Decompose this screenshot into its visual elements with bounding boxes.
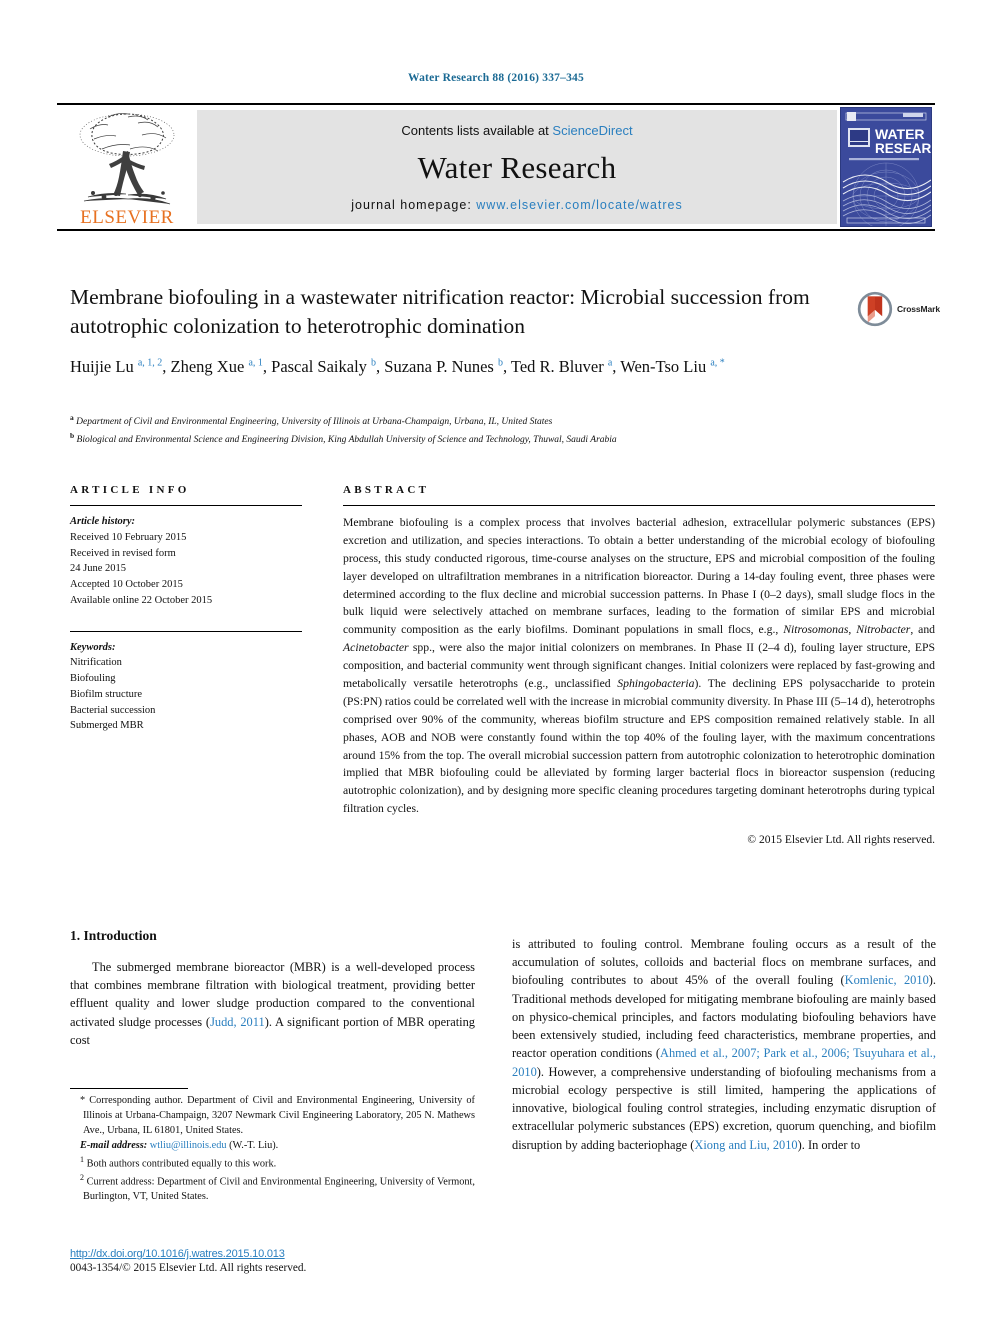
- keywords-rule: [70, 630, 302, 632]
- cover-artwork: WATER RESEARCH: [840, 107, 932, 227]
- issn-copyright-line: 0043-1354/© 2015 Elsevier Ltd. All right…: [70, 1262, 307, 1274]
- affiliation-b: b Biological and Environmental Science a…: [70, 430, 617, 446]
- keyword-item: Submerged MBR: [70, 720, 144, 732]
- journal-masthead: ELSEVIER Contents lists available at Sci…: [57, 103, 935, 231]
- abstract-body: Membrane biofouling is a complex process…: [343, 516, 936, 816]
- history-item: 24 June 2015: [70, 563, 126, 575]
- keyword-item: Biofouling: [70, 673, 116, 684]
- keyword-item: Nitrification: [70, 657, 122, 669]
- intro-heading: 1. Introduction: [70, 928, 157, 943]
- keyword-item: Biofilm structure: [70, 688, 143, 700]
- history-item: Accepted 10 October 2015: [70, 579, 183, 590]
- author-list: Huijie Lu a, 1, 2, Zheng Xue a, 1, Pasca…: [70, 357, 725, 376]
- contents-prefix: Contents lists available at: [401, 123, 553, 138]
- affiliations: a Department of Civil and Environmental …: [70, 412, 870, 448]
- keywords-label: Keywords:: [70, 641, 116, 653]
- article-info-rule: [70, 505, 302, 506]
- journal-cover-thumbnail: WATER RESEARCH: [837, 105, 935, 229]
- homepage-url-link[interactable]: www.elsevier.com/locate/watres: [476, 198, 682, 212]
- elsevier-wordmark: ELSEVIER: [80, 207, 174, 228]
- footnote-note-1: 1 Both authors contributed equally to th…: [80, 1154, 277, 1170]
- history-item: Available online 22 October 2015: [70, 594, 213, 606]
- masthead-center: Contents lists available at ScienceDirec…: [197, 110, 837, 224]
- crossmark-icon: [857, 291, 893, 327]
- article-info-column: ARTICLE INFO Article history: Received 1…: [70, 484, 302, 734]
- homepage-prefix: journal homepage:: [351, 198, 477, 212]
- doi-link[interactable]: http://dx.doi.org/10.1016/j.watres.2015.…: [70, 1248, 490, 1260]
- running-head: Water Research 88 (2016) 337–345: [408, 72, 584, 84]
- footnote-email[interactable]: E-mail address: wtliu@illinois.edu (W.-T…: [70, 1139, 475, 1154]
- keyword-item: Bacterial succession: [70, 704, 156, 716]
- article-history-label: Article history:: [70, 516, 136, 527]
- history-item: Received 10 February 2015: [70, 531, 187, 543]
- journal-homepage-line: journal homepage: www.elsevier.com/locat…: [351, 198, 682, 212]
- affiliation-b-text: Biological and Environmental Science and…: [76, 435, 617, 446]
- svg-text:RESEARCH: RESEARCH: [875, 141, 931, 156]
- keywords-list: Nitrification Biofouling Biofilm structu…: [70, 655, 302, 734]
- abstract-column: ABSTRACT Membrane biofouling is a comple…: [343, 484, 935, 846]
- footnote-block: * Corresponding author. Department of Ci…: [70, 1088, 475, 1205]
- footnote-rule: [70, 1088, 188, 1089]
- footnote-corresponding-author: * Corresponding author. Department of Ci…: [80, 1095, 475, 1136]
- abstract-rule: [343, 505, 935, 506]
- elsevier-tree-icon: [79, 113, 175, 205]
- svg-text:WATER: WATER: [875, 126, 925, 142]
- sciencedirect-link[interactable]: ScienceDirect: [552, 123, 632, 138]
- intro-paragraph-left: The submerged membrane bioreactor (MBR) …: [70, 960, 475, 1047]
- title-block: Membrane biofouling in a wastewater nitr…: [70, 283, 860, 341]
- footnote-note-2: 2 Current address: Department of Civil a…: [80, 1173, 475, 1203]
- contents-available-line: Contents lists available at ScienceDirec…: [401, 123, 632, 138]
- intro-paragraph-right: is attributed to fouling control. Membra…: [512, 937, 936, 1152]
- affiliation-a: a Department of Civil and Environmental …: [70, 413, 553, 428]
- article-info-heading: ARTICLE INFO: [70, 484, 190, 496]
- cover-svg: WATER RESEARCH: [841, 108, 931, 226]
- article-history-list: Received 10 February 2015 Received in re…: [70, 530, 302, 609]
- crossmark-label: CrossMark: [896, 304, 940, 314]
- page-title: Membrane biofouling in a wastewater nitr…: [70, 285, 810, 339]
- history-item: Received in revised form: [70, 547, 176, 559]
- affiliation-a-text: Department of Civil and Environmental En…: [76, 417, 553, 428]
- doi-block: http://dx.doi.org/10.1016/j.watres.2015.…: [70, 1248, 490, 1274]
- elsevier-logo: ELSEVIER: [57, 105, 197, 229]
- intro-right-column: is attributed to fouling control. Membra…: [512, 935, 936, 1154]
- crossmark-badge[interactable]: CrossMark: [856, 286, 940, 332]
- abstract-heading: ABSTRACT: [343, 484, 430, 496]
- intro-left-column: 1. Introduction The submerged membrane b…: [70, 928, 475, 1049]
- journal-title: Water Research: [417, 150, 617, 185]
- abstract-copyright: © 2015 Elsevier Ltd. All rights reserved…: [747, 834, 935, 847]
- paper-page: Water Research 88 (2016) 337–345 ELSEVIE…: [0, 0, 992, 1323]
